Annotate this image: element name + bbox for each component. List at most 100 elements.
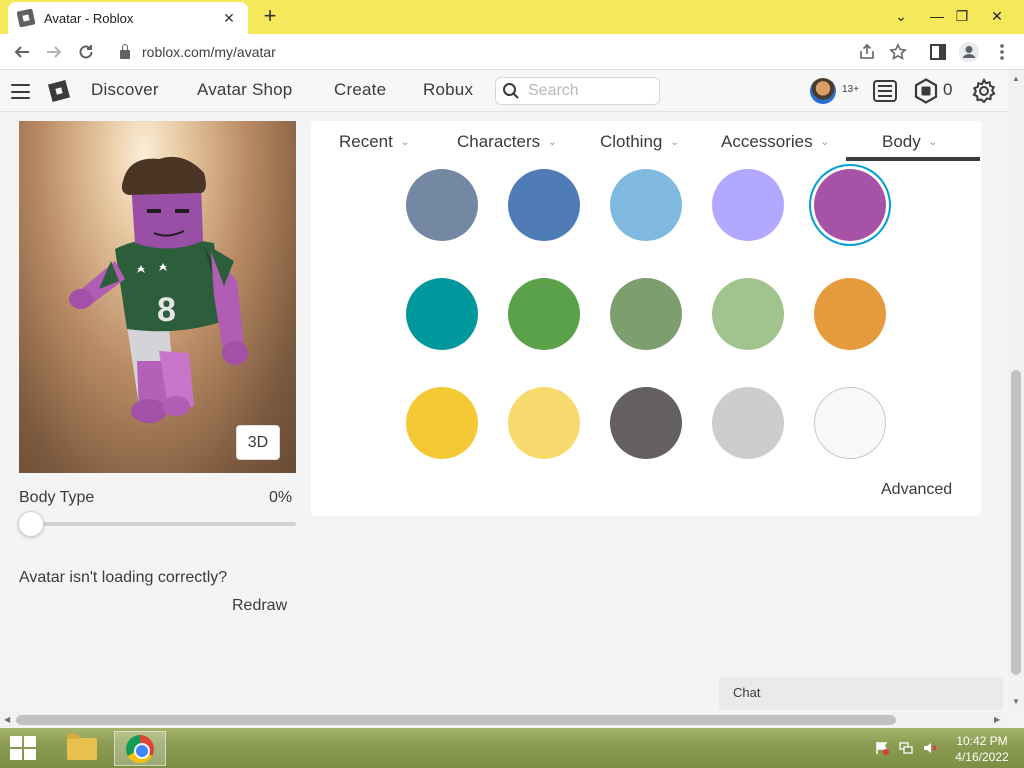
skin-color-swatch[interactable] bbox=[508, 278, 580, 350]
folder-icon bbox=[67, 733, 97, 760]
restore-button[interactable]: ❐ bbox=[945, 0, 979, 32]
skin-color-swatch[interactable] bbox=[814, 169, 886, 241]
kebab-menu-icon bbox=[1000, 44, 1004, 60]
scroll-left-arrow-icon[interactable]: ◀ bbox=[4, 715, 10, 724]
skin-color-swatch[interactable] bbox=[610, 387, 682, 459]
user-avatar[interactable] bbox=[810, 78, 836, 104]
action-center-flag-icon[interactable] bbox=[875, 741, 889, 755]
browser-menu-button[interactable] bbox=[990, 40, 1014, 64]
search-input[interactable] bbox=[528, 82, 648, 100]
advanced-button[interactable]: Advanced bbox=[881, 481, 952, 499]
forward-button[interactable] bbox=[42, 40, 66, 64]
reload-button[interactable] bbox=[74, 40, 98, 64]
roblox-favicon-icon bbox=[16, 8, 36, 28]
chat-label: Chat bbox=[733, 685, 761, 700]
browser-toolbar: roblox.com/my/avatar bbox=[0, 34, 1024, 70]
chevron-down-icon: ⌄ bbox=[820, 136, 830, 148]
settings-button[interactable] bbox=[971, 77, 997, 104]
chat-bar[interactable]: Chat bbox=[719, 677, 1003, 710]
skin-color-swatch[interactable] bbox=[712, 278, 784, 350]
roblox-logo[interactable] bbox=[47, 79, 71, 103]
robux-balance: 0 bbox=[943, 80, 953, 99]
new-tab-button[interactable]: + bbox=[258, 5, 282, 27]
toggle-3d-button[interactable]: 3D bbox=[236, 425, 280, 460]
taskbar-chrome[interactable] bbox=[114, 731, 166, 766]
horizontal-scrollbar[interactable]: ◀ ▶ bbox=[0, 712, 1008, 728]
taskbar-file-explorer[interactable] bbox=[56, 731, 108, 766]
tab-clothing-label: Clothing bbox=[600, 132, 663, 151]
skin-color-swatch[interactable] bbox=[508, 169, 580, 241]
avatar-character-render: 8 bbox=[69, 156, 248, 423]
skin-color-swatch[interactable] bbox=[712, 169, 784, 241]
skin-color-swatch[interactable] bbox=[406, 387, 478, 459]
nav-discover[interactable]: Discover bbox=[91, 80, 159, 100]
tab-body-label: Body bbox=[882, 132, 921, 151]
browser-tab[interactable]: Avatar - Roblox ✕ bbox=[8, 2, 248, 34]
body-type-label: Body Type bbox=[19, 489, 95, 506]
url-text: roblox.com/my/avatar bbox=[142, 44, 276, 60]
avatar-loading-message: Avatar isn't loading correctly? bbox=[19, 569, 228, 586]
tab-title: Avatar - Roblox bbox=[44, 10, 134, 26]
skin-color-swatch[interactable] bbox=[610, 278, 682, 350]
vertical-scroll-thumb[interactable] bbox=[1011, 370, 1021, 675]
body-type-slider-thumb[interactable] bbox=[18, 511, 44, 537]
skin-color-swatch[interactable] bbox=[508, 387, 580, 459]
share-button[interactable] bbox=[855, 40, 879, 64]
tab-characters[interactable]: Characters ⌄ bbox=[457, 132, 557, 152]
chevron-down-icon: ⌄ bbox=[400, 136, 410, 148]
chevron-down-icon: ⌄ bbox=[928, 136, 938, 148]
search-icon bbox=[503, 83, 519, 99]
window-close-button[interactable]: ✕ bbox=[980, 0, 1014, 32]
skin-color-swatch[interactable] bbox=[814, 387, 886, 459]
redraw-button[interactable]: Redraw bbox=[232, 597, 287, 615]
tab-accessories[interactable]: Accessories ⌄ bbox=[721, 132, 829, 152]
robux-button[interactable] bbox=[913, 78, 939, 104]
vertical-scrollbar[interactable]: ▲ ▼ bbox=[1008, 70, 1024, 712]
skin-color-swatch[interactable] bbox=[406, 169, 478, 241]
chevron-down-icon: ⌄ bbox=[548, 136, 557, 148]
bookmark-button[interactable] bbox=[886, 40, 910, 64]
nav-create[interactable]: Create bbox=[334, 80, 386, 100]
volume-muted-icon[interactable] bbox=[923, 741, 937, 755]
body-type-slider-track[interactable] bbox=[31, 522, 296, 526]
chrome-icon bbox=[126, 734, 154, 763]
tab-search-chevron-icon[interactable]: ⌄ bbox=[884, 0, 918, 32]
side-panel-button[interactable] bbox=[926, 40, 950, 64]
network-icon[interactable] bbox=[899, 741, 913, 755]
svg-text:8: 8 bbox=[157, 291, 176, 329]
address-bar[interactable]: roblox.com/my/avatar bbox=[110, 38, 910, 66]
scroll-right-arrow-icon[interactable]: ▶ bbox=[994, 715, 1000, 724]
scroll-down-arrow-icon[interactable]: ▼ bbox=[1012, 697, 1020, 706]
skin-color-swatch[interactable] bbox=[406, 278, 478, 350]
search-box bbox=[495, 77, 660, 105]
lock-icon bbox=[120, 43, 130, 59]
system-clock[interactable]: 10:42 PM 4/16/2022 bbox=[950, 733, 1014, 765]
back-arrow-icon bbox=[14, 46, 29, 58]
skin-color-swatch[interactable] bbox=[814, 278, 886, 350]
tab-clothing[interactable]: Clothing ⌄ bbox=[600, 132, 679, 152]
browser-tab-strip: Avatar - Roblox ✕ + ⌄ — ❐ ✕ bbox=[0, 0, 1024, 34]
tab-body[interactable]: Body ⌄ bbox=[882, 132, 937, 152]
skin-color-swatch[interactable] bbox=[712, 387, 784, 459]
profile-button[interactable] bbox=[957, 40, 981, 64]
hamburger-menu-icon[interactable] bbox=[11, 84, 30, 99]
tab-close-icon[interactable]: ✕ bbox=[220, 10, 238, 27]
robux-icon bbox=[914, 78, 938, 104]
nav-avatar-shop[interactable]: Avatar Shop bbox=[197, 80, 292, 100]
catalog-list-button[interactable] bbox=[872, 78, 898, 104]
tab-recent[interactable]: Recent ⌄ bbox=[339, 132, 409, 152]
avatar-viewport[interactable]: 8 bbox=[19, 121, 296, 473]
share-icon bbox=[860, 43, 874, 59]
back-button[interactable] bbox=[10, 40, 34, 64]
body-type-value: 0% bbox=[269, 489, 293, 506]
active-tab-indicator bbox=[846, 157, 980, 161]
scroll-up-arrow-icon[interactable]: ▲ bbox=[1012, 74, 1020, 83]
skin-color-swatch[interactable] bbox=[610, 169, 682, 241]
windows-start-icon[interactable] bbox=[10, 736, 36, 760]
windows-taskbar: 10:42 PM 4/16/2022 bbox=[0, 728, 1024, 768]
nav-robux[interactable]: Robux bbox=[423, 80, 473, 100]
clock-date: 4/16/2022 bbox=[955, 750, 1009, 764]
chevron-down-icon: ⌄ bbox=[670, 136, 679, 148]
horizontal-scroll-thumb[interactable] bbox=[16, 715, 896, 725]
clock-time: 10:42 PM bbox=[956, 734, 1008, 748]
